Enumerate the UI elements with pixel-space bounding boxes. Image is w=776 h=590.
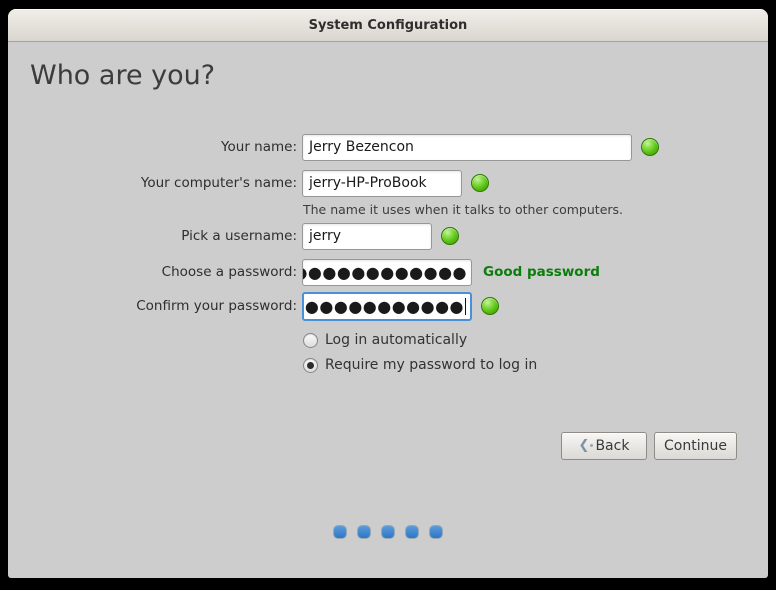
radio-button-icon[interactable]	[303, 333, 318, 348]
back-arrow-icon: ❮	[579, 438, 594, 453]
confirm-password-masked-value: ●●●●●●●●●●●●●●	[302, 297, 464, 316]
password-masked-value: ●●●●●●●●●●●●●●	[302, 263, 467, 282]
continue-button[interactable]: Continue	[654, 432, 737, 460]
progress-dot	[430, 526, 442, 538]
confirm-password-ok-status-icon	[481, 297, 499, 315]
text-caret	[465, 298, 466, 315]
password-label: Choose a password:	[8, 264, 297, 280]
username-label: Pick a username:	[8, 228, 297, 244]
your-name-value: Jerry Bezencon	[309, 139, 414, 155]
progress-dot	[382, 526, 394, 538]
your-name-ok-status-icon	[641, 138, 659, 156]
computer-name-value: jerry-HP-ProBook	[309, 175, 427, 191]
radio-button-selected-icon[interactable]	[303, 358, 318, 373]
form-row-computer-name: Your computer's name: jerry-HP-ProBook	[8, 169, 768, 197]
computer-name-ok-status-icon	[471, 174, 489, 192]
back-button-label: Back	[595, 438, 629, 454]
password-input[interactable]: ●●●●●●●●●●●●●●	[302, 259, 472, 286]
back-button[interactable]: ❮ Back	[561, 432, 647, 460]
installer-window: System Configuration Who are you? Your n…	[8, 9, 768, 578]
continue-button-label: Continue	[664, 438, 727, 454]
username-input[interactable]: jerry	[302, 223, 432, 250]
form-row-confirm-password: Confirm your password: ●●●●●●●●●●●●●●	[8, 292, 768, 320]
computer-name-label: Your computer's name:	[8, 175, 297, 191]
progress-dot	[358, 526, 370, 538]
your-name-label: Your name:	[8, 139, 297, 155]
progress-dot	[406, 526, 418, 538]
window-titlebar[interactable]: System Configuration	[8, 9, 768, 42]
wizard-progress-indicator	[8, 526, 768, 538]
page-title: Who are you?	[30, 60, 215, 91]
form-row-your-name: Your name: Jerry Bezencon	[8, 133, 768, 161]
radio-log-in-automatically-label: Log in automatically	[325, 332, 467, 348]
window-title: System Configuration	[309, 18, 468, 33]
confirm-password-input[interactable]: ●●●●●●●●●●●●●●	[302, 292, 472, 321]
confirm-password-label: Confirm your password:	[8, 298, 297, 314]
radio-require-password-label: Require my password to log in	[325, 357, 537, 373]
username-ok-status-icon	[441, 227, 459, 245]
username-value: jerry	[309, 228, 341, 244]
your-name-input[interactable]: Jerry Bezencon	[302, 134, 632, 161]
radio-log-in-automatically[interactable]: Log in automatically	[303, 331, 467, 349]
radio-require-password[interactable]: Require my password to log in	[303, 356, 537, 374]
form-row-password: Choose a password: ●●●●●●●●●●●●●● Good p…	[8, 258, 768, 286]
password-strength-text: Good password	[483, 264, 600, 280]
progress-dot	[334, 526, 346, 538]
computer-name-input[interactable]: jerry-HP-ProBook	[302, 170, 462, 197]
computer-name-helper-text: The name it uses when it talks to other …	[303, 202, 623, 217]
form-row-username: Pick a username: jerry	[8, 222, 768, 250]
